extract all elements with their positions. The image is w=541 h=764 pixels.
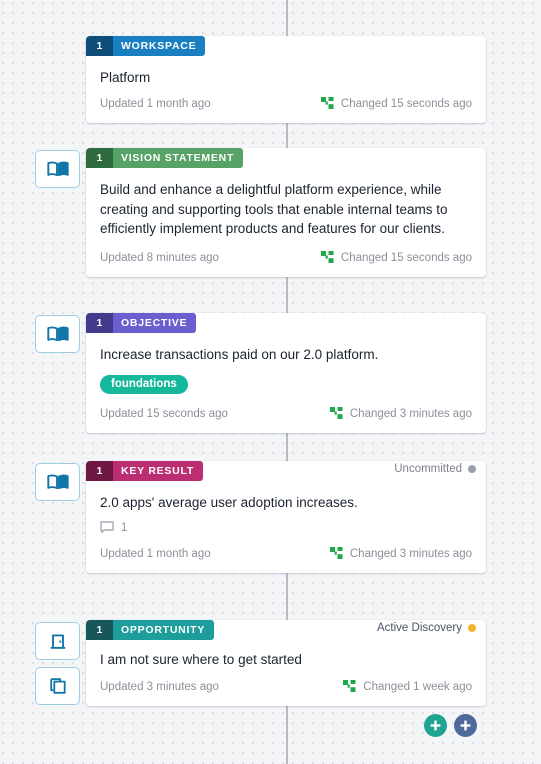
plus-icon — [430, 720, 441, 731]
book-icon — [46, 326, 69, 342]
side-icons-objective — [35, 315, 80, 360]
card-footer: Updated 1 month ago Changed 15 seconds a… — [86, 88, 486, 123]
copy-icon — [49, 678, 66, 694]
card-workspace[interactable]: 1 WORKSPACE Platform Updated 1 month ago — [86, 36, 486, 123]
changed-timestamp: Changed 1 week ago — [363, 681, 472, 693]
card-vision-statement[interactable]: 1 VISION STATEMENT Build and enhance a d… — [86, 148, 486, 277]
chip-type-label: KEY RESULT — [113, 461, 204, 481]
card-header: 1 VISION STATEMENT — [86, 148, 486, 175]
green-flow-icon — [320, 96, 334, 112]
card-header: 1 OPPORTUNITY Active Discovery — [86, 620, 486, 647]
changed-timestamp-group: Changed 15 seconds ago — [320, 96, 472, 112]
status-dot — [468, 624, 476, 632]
chip-type-label: WORKSPACE — [113, 36, 206, 56]
side-icons-opportunity — [35, 622, 80, 712]
changed-timestamp-group: Changed 15 seconds ago — [320, 250, 472, 266]
chip-number: 1 — [86, 461, 113, 481]
changed-timestamp: Changed 3 minutes ago — [349, 548, 472, 560]
updated-timestamp: Updated 15 seconds ago — [100, 408, 228, 420]
comment-count-row[interactable]: 1 — [86, 513, 486, 536]
type-chip-workspace: 1 WORKSPACE — [86, 36, 206, 56]
changed-timestamp: Changed 15 seconds ago — [340, 98, 472, 110]
changed-timestamp-group: Changed 1 week ago — [343, 679, 472, 695]
door-icon — [50, 634, 65, 649]
green-flow-icon — [343, 679, 356, 695]
changed-timestamp: Changed 15 seconds ago — [340, 252, 472, 264]
updated-timestamp: Updated 1 month ago — [100, 548, 211, 560]
status-badge-uncommitted: Uncommitted — [394, 463, 476, 475]
card-title: Platform — [100, 70, 151, 85]
card-header: 1 OBJECTIVE — [86, 313, 486, 340]
card-title: Build and enhance a delightful platform … — [100, 182, 448, 236]
tag-row: foundations — [86, 365, 486, 395]
status-dot — [468, 465, 476, 473]
status-label: Uncommitted — [394, 463, 462, 475]
card-title: I am not sure where to get started — [100, 652, 302, 667]
green-flow-icon — [329, 406, 343, 422]
side-icons-vision-statement — [35, 150, 80, 195]
copy-icon-button[interactable] — [35, 667, 80, 705]
changed-timestamp-group: Changed 3 minutes ago — [329, 546, 472, 562]
side-icons-key-result — [35, 463, 80, 508]
book-icon-button[interactable] — [35, 150, 80, 188]
chip-type-label: OBJECTIVE — [113, 313, 197, 333]
plus-icon — [460, 720, 471, 731]
card-header: 1 WORKSPACE — [86, 36, 486, 63]
card-footer: Updated 15 seconds ago Changed 3 minutes… — [86, 395, 486, 433]
updated-timestamp: Updated 3 minutes ago — [100, 681, 219, 693]
comment-count: 1 — [121, 522, 128, 534]
status-label: Active Discovery — [377, 622, 462, 634]
card-header: 1 KEY RESULT Uncommitted — [86, 461, 486, 488]
updated-timestamp: Updated 1 month ago — [100, 98, 211, 110]
card-title: 2.0 apps' average user adoption increase… — [100, 495, 358, 510]
comment-icon — [100, 520, 114, 536]
tag-foundations[interactable]: foundations — [100, 374, 188, 394]
changed-timestamp: Changed 3 minutes ago — [349, 408, 472, 420]
changed-timestamp-group: Changed 3 minutes ago — [329, 406, 472, 422]
card-opportunity[interactable]: 1 OPPORTUNITY Active Discovery I am not … — [86, 620, 486, 706]
chip-number: 1 — [86, 36, 113, 56]
status-badge-active-discovery: Active Discovery — [377, 622, 476, 634]
type-chip-objective: 1 OBJECTIVE — [86, 313, 197, 333]
card-objective[interactable]: 1 OBJECTIVE Increase transactions paid o… — [86, 313, 486, 433]
card-footer: Updated 3 minutes ago Changed 1 week ago — [86, 670, 486, 706]
book-icon — [46, 474, 69, 490]
node-tree: 1 WORKSPACE Platform Updated 1 month ago — [0, 0, 541, 764]
book-icon-button[interactable] — [35, 315, 80, 353]
card-footer: Updated 1 month ago Changed 3 minutes ag… — [86, 536, 486, 573]
type-chip-vision-statement: 1 VISION STATEMENT — [86, 148, 244, 168]
chip-type-label: OPPORTUNITY — [113, 620, 215, 640]
type-chip-opportunity: 1 OPPORTUNITY — [86, 620, 215, 640]
add-node-blue-button[interactable] — [454, 714, 477, 737]
door-icon-button[interactable] — [35, 622, 80, 660]
book-icon — [46, 161, 69, 177]
green-flow-icon — [320, 250, 334, 266]
chip-number: 1 — [86, 620, 113, 640]
green-flow-icon — [329, 546, 343, 562]
chip-number: 1 — [86, 148, 113, 168]
card-title: Increase transactions paid on our 2.0 pl… — [100, 347, 379, 362]
card-footer: Updated 8 minutes ago Changed 15 seconds… — [86, 239, 486, 277]
chip-type-label: VISION STATEMENT — [113, 148, 244, 168]
card-key-result[interactable]: 1 KEY RESULT Uncommitted 2.0 apps' avera… — [86, 461, 486, 573]
add-node-buttons — [424, 714, 477, 737]
type-chip-key-result: 1 KEY RESULT — [86, 461, 204, 481]
updated-timestamp: Updated 8 minutes ago — [100, 252, 219, 264]
add-node-teal-button[interactable] — [424, 714, 447, 737]
book-icon-button[interactable] — [35, 463, 80, 501]
chip-number: 1 — [86, 313, 113, 333]
